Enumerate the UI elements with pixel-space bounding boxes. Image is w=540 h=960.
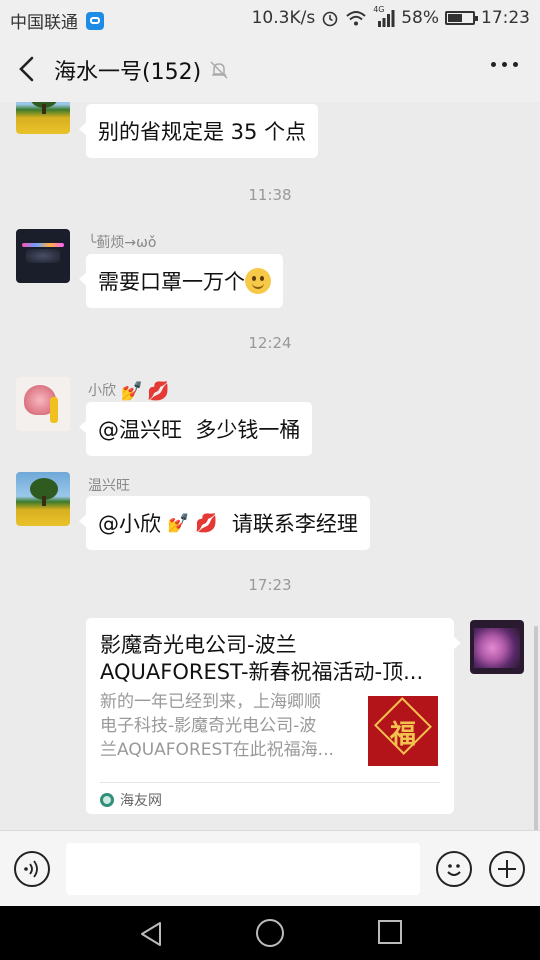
network-speed: 10.3K/s xyxy=(251,8,316,28)
sender-name: ╰蓟烦→ωǒ xyxy=(88,235,157,251)
message-text: @温兴旺 多少钱一桶 xyxy=(98,418,301,442)
avatar[interactable] xyxy=(16,102,70,134)
battery-icon xyxy=(445,11,478,25)
alarm-icon xyxy=(322,11,338,27)
message-input[interactable] xyxy=(66,843,420,895)
chevron-left-icon[interactable] xyxy=(12,52,42,86)
card-source: 海友网 xyxy=(100,790,162,810)
sender-name: 温兴旺 xyxy=(88,478,130,494)
message-bubble[interactable]: 需要口罩一万个 xyxy=(79,254,283,308)
avatar[interactable] xyxy=(16,472,70,526)
avatar[interactable] xyxy=(16,229,70,283)
status-bar: 中国联通 10.3K/s 4G 58% 17:23 xyxy=(0,0,540,36)
carrier-label: 中国联通 xyxy=(10,13,78,33)
timestamp: 11:38 xyxy=(248,186,292,204)
plus-icon[interactable] xyxy=(489,851,525,887)
message-bubble[interactable]: 别的省规定是 35 个点 xyxy=(78,104,319,158)
timestamp: 12:24 xyxy=(248,334,292,352)
nav-back-icon[interactable] xyxy=(138,920,164,948)
group-title: 海水一号(152) xyxy=(54,60,202,85)
clock: 17:23 xyxy=(481,8,530,28)
message-text: 请联系李经理 xyxy=(231,512,358,536)
kiss-mark-icon: 💋 xyxy=(195,512,218,534)
voice-icon[interactable] xyxy=(14,851,50,887)
nail-polish-icon: 💅 xyxy=(167,512,190,534)
divider xyxy=(100,782,440,783)
nav-recent-apps-icon[interactable] xyxy=(378,920,402,944)
chat-area[interactable]: 别的省规定是 35 个点 11:38 ╰蓟烦→ωǒ 需要口罩一万个 12:24 … xyxy=(0,102,540,830)
link-card[interactable]: 影魔奇光电公司-波兰 AQUAFOREST-新春祝福活动-顶... 新的一年已经… xyxy=(86,618,461,814)
card-title: 影魔奇光电公司-波兰 AQUAFOREST-新春祝福活动-顶... xyxy=(100,633,424,684)
system-nav-bar xyxy=(0,906,540,960)
source-logo-icon xyxy=(100,793,114,807)
notification-chat-icon xyxy=(86,11,104,30)
message-text: 别的省规定是 35 个点 xyxy=(98,120,307,144)
message-bubble[interactable]: @小欣 💅 💋 请联系李经理 xyxy=(79,496,370,550)
scrollbar[interactable] xyxy=(534,626,538,830)
message-bubble[interactable]: @温兴旺 多少钱一桶 xyxy=(78,402,313,456)
mute-bell-icon xyxy=(210,61,228,79)
chat-header: 海水一号(152) xyxy=(0,36,540,102)
card-thumbnail: 福 xyxy=(368,696,438,766)
kiss-mark-icon: 💋 xyxy=(147,380,170,402)
thumbnail-text: 福 xyxy=(389,720,416,750)
input-bar xyxy=(0,830,540,907)
nail-polish-icon: 💅 xyxy=(120,380,143,402)
emoji-icon[interactable] xyxy=(436,851,472,887)
battery-percent: 58% xyxy=(401,8,439,28)
card-description: 新的一年已经到来，上海卿顺 电子科技-影魔奇光电公司-波 兰AQUAFOREST… xyxy=(100,692,334,760)
nav-home-icon[interactable] xyxy=(256,919,284,947)
source-name: 海友网 xyxy=(120,793,162,809)
message-text: 需要口罩一万个 xyxy=(98,270,245,294)
sender-name: 小欣 💅 💋 xyxy=(88,380,170,402)
more-dots-icon[interactable] xyxy=(491,62,518,67)
timestamp: 17:23 xyxy=(248,576,292,594)
mention-text: @小欣 xyxy=(98,512,161,536)
my-avatar[interactable] xyxy=(470,620,524,674)
wifi-icon xyxy=(346,11,366,26)
signal-icon: 4G xyxy=(373,5,395,27)
avatar[interactable] xyxy=(16,377,70,431)
awkward-emoji-icon xyxy=(245,268,271,294)
